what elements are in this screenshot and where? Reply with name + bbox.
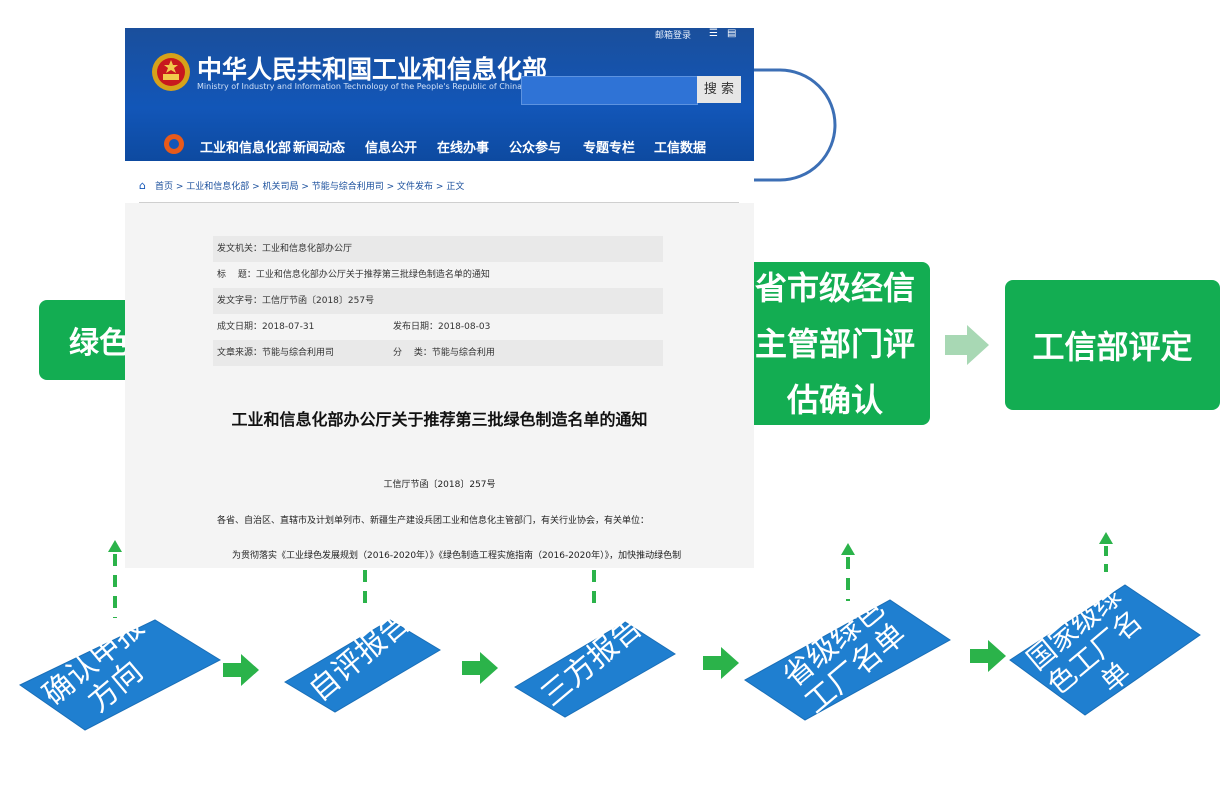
arrow-right-icon-4: [970, 640, 1006, 672]
dashed-up-arrow-1: [108, 540, 122, 618]
nav-item-data[interactable]: 工信数据: [654, 137, 706, 156]
document-title: 工业和信息化部办公厅关于推荐第三批绿色制造名单的通知: [231, 410, 648, 429]
nav-item-info-open[interactable]: 信息公开: [365, 137, 417, 156]
search-input[interactable]: [521, 76, 698, 105]
dashed-line-2: [363, 570, 367, 608]
document-salutation: 各省、自治区、直辖市及计划单列市、新疆生产建设兵团工业和信息化主管部门，有关行业…: [217, 516, 650, 526]
meta-category: 分 类：节能与综合利用: [393, 348, 495, 358]
nav-item-public[interactable]: 公众参与: [509, 137, 561, 156]
national-emblem-icon: [152, 53, 190, 91]
dashed-line-3: [592, 570, 596, 608]
nav-logo-icon: [164, 134, 184, 154]
meta-publish-date: 发布日期：2018-08-03: [393, 322, 491, 332]
meta-dates: 成文日期：2018-07-31 发布日期：2018-08-03: [213, 314, 663, 340]
meta-source-row: 文章来源：节能与综合利用司 分 类：节能与综合利用: [213, 340, 663, 366]
meta-doc-no: 发文字号：工信厅节函〔2018〕257号: [213, 288, 663, 314]
nav-item-topics[interactable]: 专题专栏: [583, 137, 635, 156]
meta-source: 文章来源：节能与综合利用司: [217, 348, 335, 358]
meta-title: 标 题：工业和信息化部办公厅关于推荐第三批绿色制造名单的通知: [217, 270, 490, 280]
flow-box-provincial-label: 省市级经信 主管部门评 估确认: [754, 268, 915, 419]
meta-written-date: 成文日期：2018-07-31: [217, 322, 315, 332]
document-body: 为贯彻落实《工业绿色发展规划（2016-2020年）》《绿色制造工程实施指南（2…: [232, 551, 682, 561]
light-arrow-right-icon: [945, 325, 989, 365]
flow-box-ministry: 工信部评定: [1005, 280, 1220, 410]
meta-issuer: 发文机关：工业和信息化部办公厅: [213, 236, 663, 262]
flow-box-provincial: 省市级经信 主管部门评 估确认: [740, 262, 930, 425]
document-number: 工信厅节函〔2018〕257号: [383, 480, 496, 490]
arrow-right-icon-3: [703, 647, 739, 679]
arrow-right-icon-1: [223, 654, 259, 686]
breadcrumb-text[interactable]: 首页 > 工业和信息化部 > 机关司局 > 节能与综合利用司 > 文件发布 > …: [155, 179, 464, 192]
breadcrumb-divider: [139, 202, 739, 203]
website-subtitle: Ministry of Industry and Information Tec…: [197, 82, 523, 91]
search-button[interactable]: 搜 索: [697, 76, 741, 103]
website-title: 中华人民共和国工业和信息化部: [197, 55, 548, 84]
arrow-right-icon-2: [462, 652, 498, 684]
mail-login-link[interactable]: 邮箱登录: [655, 28, 691, 41]
ministry-website-screenshot: 中华人民共和国工业和信息化部 Ministry of Industry and …: [125, 28, 754, 568]
rss-icon[interactable]: ☰: [709, 28, 718, 39]
breadcrumb: ⌂ 首页 > 工业和信息化部 > 机关司局 > 节能与综合利用司 > 文件发布 …: [125, 161, 754, 203]
dashed-up-arrow-5: [1099, 532, 1113, 572]
flow-box-green-left-label: 绿色: [69, 326, 129, 361]
connector-curve: [754, 68, 837, 182]
flow-box-ministry-label: 工信部评定: [1032, 328, 1193, 366]
nav-item-ministry[interactable]: 工业和信息化部: [200, 137, 291, 156]
nav-item-online-service[interactable]: 在线办事: [437, 137, 489, 156]
nav-item-news[interactable]: 新闻动态: [293, 137, 345, 156]
dashed-up-arrow-4: [841, 543, 855, 601]
weibo-icon[interactable]: ▤: [727, 28, 736, 39]
home-icon[interactable]: ⌂: [139, 179, 146, 192]
